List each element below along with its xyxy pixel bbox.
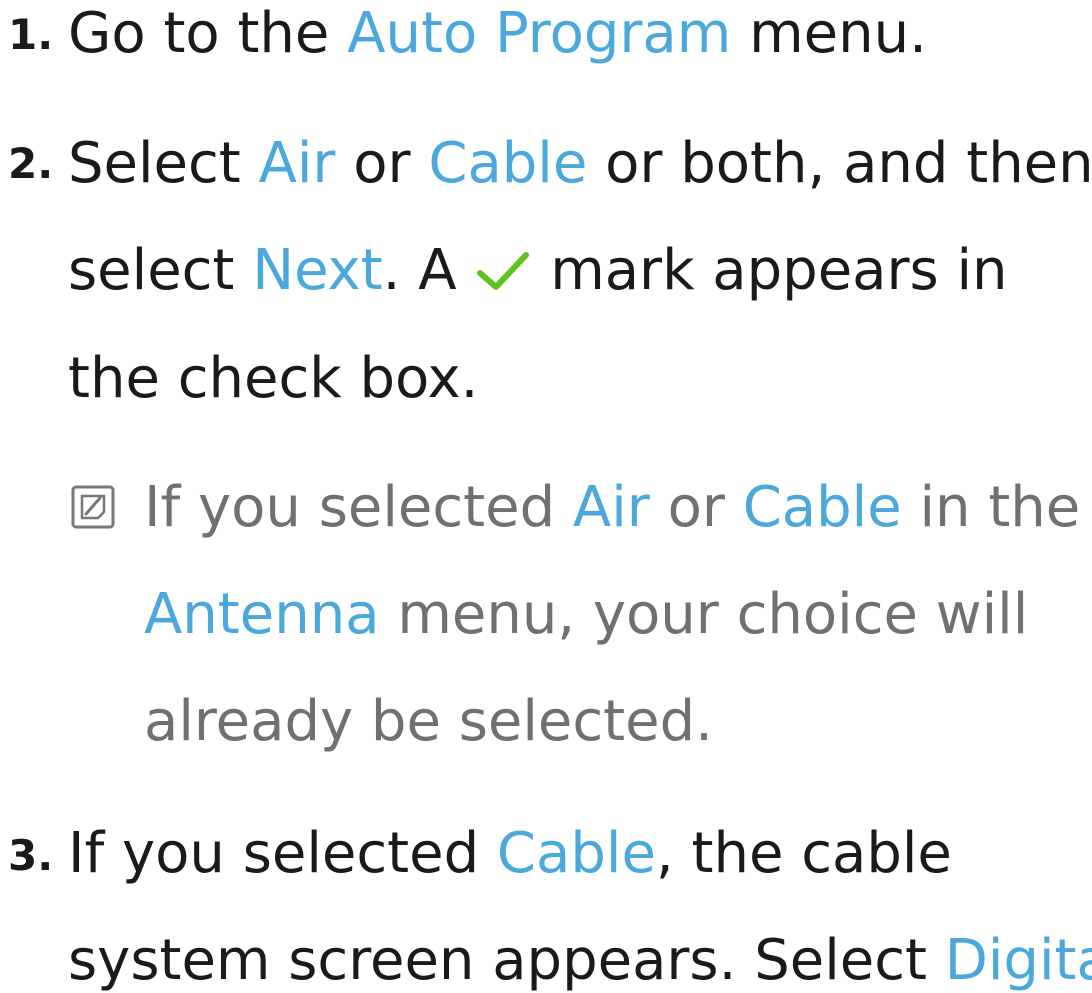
button-name-next: Next [252,238,383,303]
text: Select [68,131,259,196]
text: select [68,238,253,303]
step-number-2: 2. [8,139,54,188]
text: the check box. [68,346,479,411]
menu-name-auto-program: Auto Program [347,1,732,66]
step-1-line-1: Go to the Auto Program menu. [68,6,927,62]
page: { "steps": [ { "number": "1.", "lines": … [0,0,1092,989]
option-digital: Digital [944,928,1092,993]
text: . A [382,238,475,303]
text: Go to the [68,1,348,66]
step-3-line-2: system screen appears. Select Digital [68,933,1092,989]
text: in the [901,475,1081,540]
text: already be selected. [144,689,713,754]
note-line-2: Antenna menu, your choice will [144,587,1028,643]
option-air: Air [572,475,650,540]
menu-name-antenna: Antenna [144,582,380,647]
option-cable: Cable [428,131,588,196]
text: , the cable [655,821,952,886]
note-icon [71,485,115,529]
text: menu. [731,1,927,66]
text: or [335,131,429,196]
option-cable: Cable [496,821,656,886]
step-number-3: 3. [8,831,54,880]
note-line-1: If you selected Air or Cable in the [144,480,1080,536]
text: menu, your choice will [379,582,1029,647]
option-air: Air [258,131,336,196]
note-line-3: already be selected. [144,694,713,750]
text: system screen appears. Select [68,928,945,993]
step-number-1: 1. [8,10,54,59]
step-2-line-2: select Next. A mark appears in [68,243,1008,299]
text: or [649,475,743,540]
text: If you selected [144,475,573,540]
option-cable: Cable [742,475,902,540]
checkmark-icon [477,252,530,290]
text: mark appears in [550,238,1008,303]
step-3-line-1: If you selected Cable, the cable [68,826,952,882]
text: or both, and then [587,131,1092,196]
step-2-line-1: Select Air or Cable or both, and then [68,136,1092,192]
text: If you selected [68,821,497,886]
step-2-line-3: the check box. [68,351,478,407]
